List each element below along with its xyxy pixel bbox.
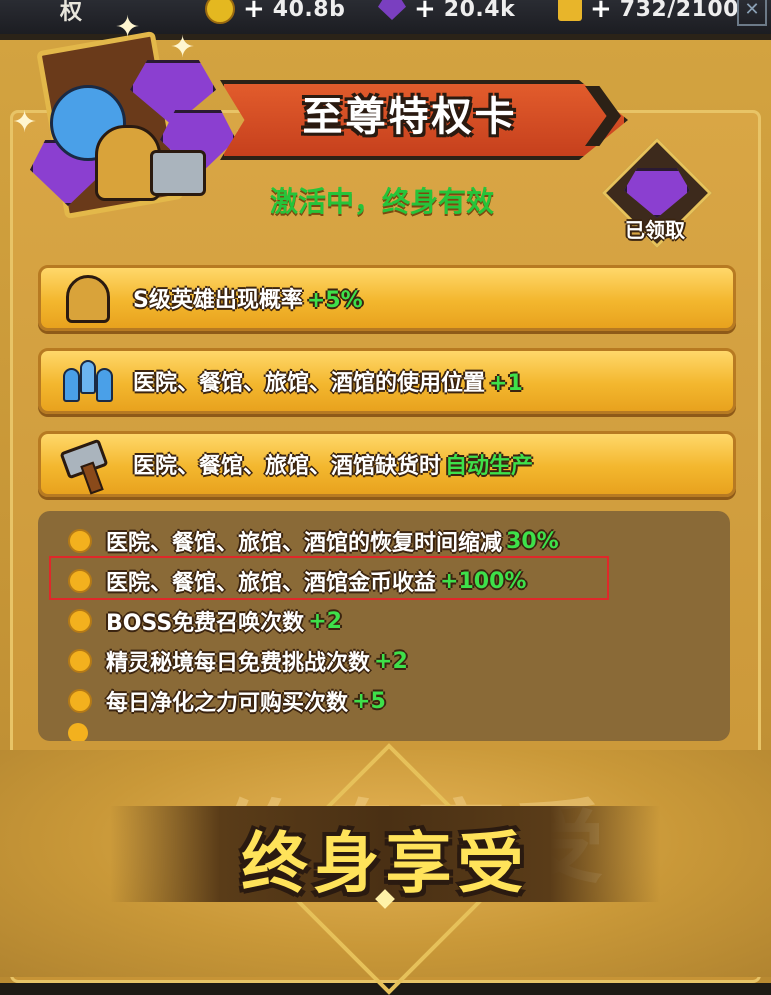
sparkle-icon: ✦: [170, 30, 196, 65]
hammer-icon: [558, 0, 582, 21]
card-art: ✦ ✦ ✦ ✦: [10, 10, 260, 250]
claimed-label: 已领取: [625, 218, 685, 242]
sparkle-icon: ✦: [12, 105, 38, 140]
privilege-list[interactable]: 医院、餐馆、旅馆、酒馆的恢复时间缩减 30% 医院、餐馆、旅馆、酒馆金币收益 +10…: [38, 511, 730, 741]
card-title: 至尊特权卡: [302, 94, 518, 140]
list-highlight: +2: [308, 608, 342, 634]
close-icon[interactable]: ✕: [737, 0, 767, 26]
list-item: 医院、餐馆、旅馆、酒馆的恢复时间缩减 30%: [68, 523, 559, 559]
benefit-row: S级英雄出现概率 +5%: [38, 265, 736, 331]
sparkle-icon: ✦: [115, 10, 141, 45]
list-item: 精灵秘境每日免费挑战次数 +2: [68, 643, 408, 679]
claimed-reward-badge[interactable]: 已领取: [600, 137, 713, 250]
benefit-row: 医院、餐馆、旅馆、酒馆的使用位置 +1: [38, 348, 736, 414]
list-item: BOSS免费召唤次数 +2: [68, 603, 342, 639]
helmet-icon: [63, 275, 113, 323]
bullet-icon: [68, 689, 92, 713]
hammer-icon: [150, 150, 206, 196]
people-icon: [63, 358, 114, 404]
purple-gem-icon: [378, 0, 406, 20]
benefit-row: 医院、餐馆、旅馆、酒馆缺货时 自动生产: [38, 431, 736, 497]
benefit-highlight: +5%: [306, 288, 363, 313]
benefit-highlight: +1: [489, 371, 523, 396]
hammer-icon: [59, 438, 113, 495]
gem-value: 20.4k: [443, 0, 516, 22]
status-text: 激活中，终身有效: [270, 185, 495, 218]
list-highlight: +5: [352, 688, 386, 714]
add-gem-button[interactable]: +: [414, 0, 436, 24]
selection-highlight: [49, 556, 609, 600]
bullet-icon: [68, 649, 92, 673]
bullet-icon: [68, 723, 88, 741]
gem-resource: + 20.4k: [378, 0, 515, 24]
hammer-resource: + 732/2100: [558, 0, 739, 24]
benefit-highlight: 自动生产: [445, 454, 534, 479]
list-highlight: 30%: [506, 528, 559, 554]
bullet-icon: [68, 609, 92, 633]
benefit-text: 医院、餐馆、旅馆、酒馆的使用位置 +1: [133, 371, 523, 396]
add-hammer-button[interactable]: +: [590, 0, 612, 24]
benefit-text: 医院、餐馆、旅馆、酒馆缺货时 自动生产: [133, 454, 534, 479]
bullet-icon: [68, 529, 92, 553]
list-highlight: +2: [374, 648, 408, 674]
coin-value: 40.8b: [272, 0, 346, 22]
list-item: 每日净化之力可购买次数 +5: [68, 683, 386, 719]
hammer-value: 732/2100: [619, 0, 739, 22]
benefit-text: S级英雄出现概率 +5%: [133, 288, 363, 313]
